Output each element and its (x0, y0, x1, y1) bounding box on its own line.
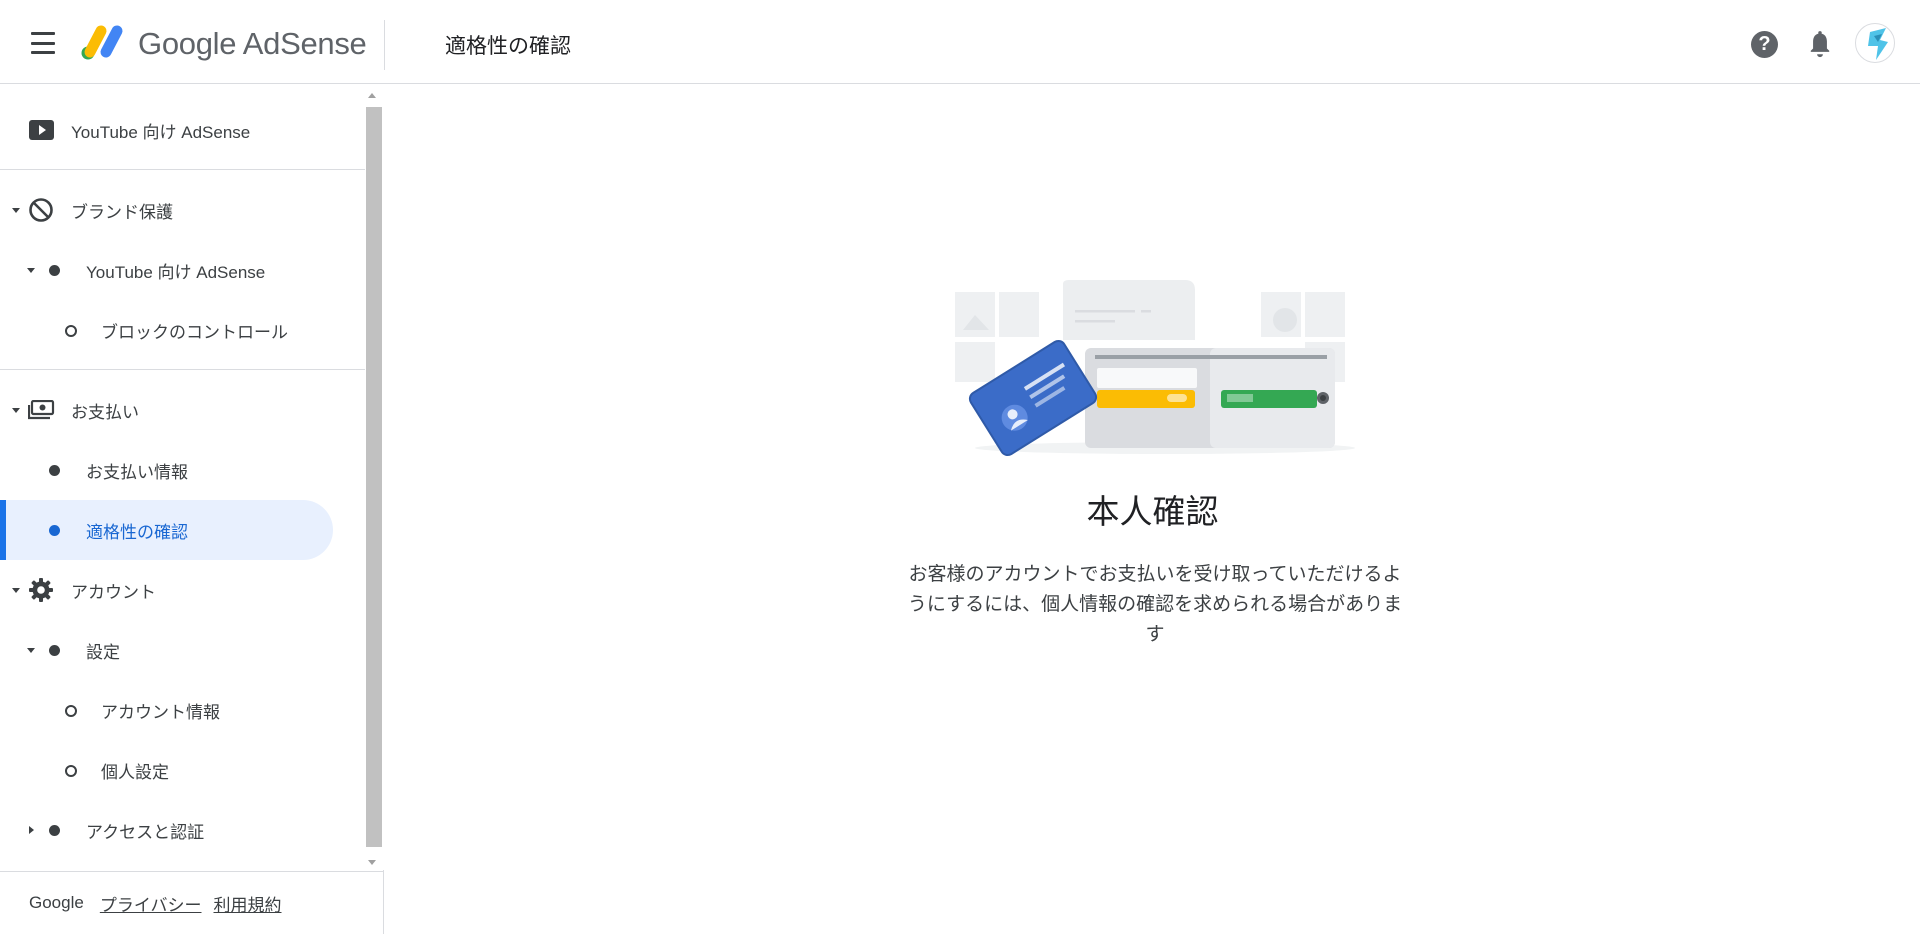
sidebar-item-eligibility-check[interactable]: 適格性の確認 (0, 500, 365, 560)
bullet-icon (49, 645, 60, 656)
sidebar-item-label: アカウント情報 (101, 702, 220, 722)
scroll-up-arrow-icon[interactable] (368, 93, 376, 98)
sidebar-item-youtube-adsense[interactable]: YouTube 向け AdSense (0, 100, 365, 160)
sidebar-item-label: アクセスと認証 (86, 822, 205, 842)
sidebar-item-label: 設定 (86, 642, 120, 662)
footer-google-text: Google (29, 893, 84, 912)
account-avatar[interactable] (1855, 23, 1895, 63)
identity-verification-description: お客様のアカウントでお支払いを受け取っていただけるようにするには、個人情報の確認… (907, 564, 1403, 645)
sidebar-nav: YouTube 向け AdSense ブランド保護 YouTube 向け AdS… (0, 85, 365, 870)
sidebar-item-payment-info[interactable]: お支払い情報 (0, 440, 365, 500)
sidebar-item-settings[interactable]: 設定 (0, 620, 365, 680)
app-logo-text[interactable]: Google AdSense (138, 26, 367, 62)
terms-link[interactable]: 利用規約 (214, 891, 282, 916)
sidebar-item-label: YouTube 向け AdSense (71, 122, 251, 142)
privacy-link[interactable]: プライバシー (100, 891, 202, 916)
notifications-bell-icon[interactable] (1806, 30, 1834, 60)
scroll-down-arrow-icon[interactable] (368, 860, 376, 865)
identity-verification-title: 本人確認 (1086, 493, 1219, 530)
sidebar-item-label: YouTube 向け AdSense (86, 262, 266, 282)
scrollbar-thumb[interactable] (366, 107, 382, 847)
chevron-right-icon (29, 826, 34, 834)
sidebar-item-youtube-adsense-sub[interactable]: YouTube 向け AdSense (0, 240, 365, 300)
sidebar-item-personal-settings[interactable]: 個人設定 (0, 740, 365, 800)
sidebar-item-account-info[interactable]: アカウント情報 (0, 680, 365, 740)
sidebar-item-label: ブランド保護 (71, 202, 173, 222)
bullet-outline-icon (65, 325, 77, 337)
chevron-down-icon (12, 588, 20, 593)
sidebar-item-label: アカウント (71, 582, 156, 602)
sidebar-item-label: お支払い (71, 402, 139, 422)
payments-icon (28, 400, 55, 420)
page-title: 適格性の確認 (445, 35, 571, 58)
bullet-icon (49, 825, 60, 836)
gear-icon (29, 578, 53, 602)
bullet-outline-icon (65, 705, 77, 717)
block-icon (29, 198, 53, 222)
nav-divider (0, 369, 365, 370)
youtube-icon (29, 120, 54, 140)
header-divider (384, 20, 385, 70)
sidebar-item-label: 個人設定 (101, 762, 169, 782)
sidebar-item-label: 適格性の確認 (86, 522, 188, 542)
sidebar: YouTube 向け AdSense ブランド保護 YouTube 向け AdS… (0, 85, 384, 934)
chevron-down-icon (12, 408, 20, 413)
main-content: 本人確認 お客様のアカウントでお支払いを受け取っていただけるようにするには、個人… (385, 85, 1920, 934)
top-app-bar: Google AdSense 適格性の確認 ? (0, 0, 1920, 84)
sidebar-item-block-controls[interactable]: ブロックのコントロール (0, 300, 365, 360)
sidebar-item-payments[interactable]: お支払い (0, 380, 365, 440)
bullet-icon (49, 525, 60, 536)
identity-verification-illustration (955, 280, 1355, 457)
bullet-icon (49, 265, 60, 276)
help-icon[interactable]: ? (1751, 31, 1778, 58)
adsense-logo-icon[interactable] (80, 22, 126, 62)
sidebar-item-label: ブロックのコントロール (101, 322, 288, 342)
sidebar-item-access-auth[interactable]: アクセスと認証 (0, 800, 365, 860)
chevron-down-icon (27, 268, 35, 273)
bullet-outline-icon (65, 765, 77, 777)
sidebar-item-brand-protection[interactable]: ブランド保護 (0, 180, 365, 240)
bullet-icon (49, 465, 60, 476)
sidebar-item-account[interactable]: アカウント (0, 560, 365, 620)
chevron-down-icon (27, 648, 35, 653)
nav-divider (0, 169, 365, 170)
sidebar-footer: Google プライバシー 利用規約 (0, 871, 384, 934)
sidebar-item-label: お支払い情報 (86, 462, 188, 482)
chevron-down-icon (12, 208, 20, 213)
menu-icon[interactable] (26, 30, 60, 56)
